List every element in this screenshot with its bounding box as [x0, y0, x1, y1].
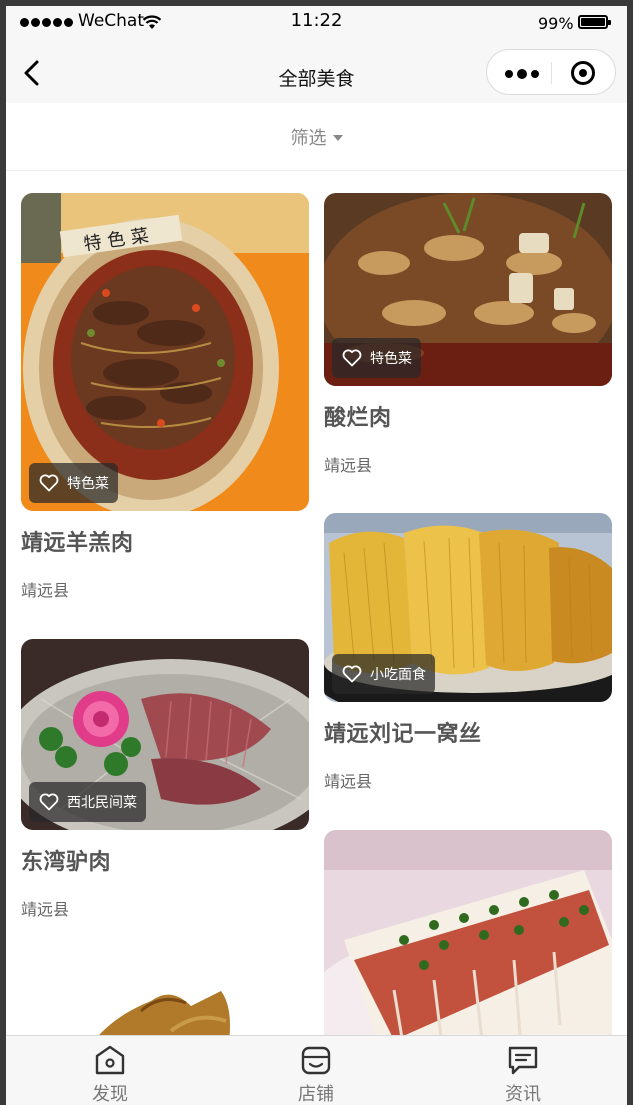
caret-down-icon — [332, 134, 343, 141]
tab-bar: 发现 店铺 资讯 — [6, 1035, 627, 1105]
tab-discover[interactable]: 发现 — [50, 1044, 170, 1105]
tag-label: 特色菜 — [67, 476, 109, 492]
food-card[interactable]: 特色菜 酸烂肉 靖远县 — [324, 193, 612, 476]
tag-label: 特色菜 — [370, 351, 412, 367]
category-tag: 西北民间菜 — [29, 782, 146, 822]
navigation-bar: 全部美食 — [6, 40, 627, 103]
tag-label: 西北民间菜 — [67, 795, 137, 811]
food-list: 特 色 菜 特色菜 靖远羊羔肉 靖远县 特色菜 酸烂肉 靖远县 小吃面食 靖远刘… — [6, 171, 627, 1035]
home-outline-icon — [95, 1045, 125, 1075]
more-dots-icon[interactable] — [505, 69, 539, 79]
status-bar: WeChat 11:22 99% — [6, 6, 627, 40]
food-image: 特 色 菜 特色菜 — [21, 193, 309, 511]
food-title: 东湾驴肉 — [21, 850, 112, 875]
food-location: 靖远县 — [21, 581, 70, 600]
phone-screen: WeChat 11:22 99% 全部美食 筛选 特 色 菜 特色菜 靖远羊羔肉… — [6, 6, 627, 1105]
battery-icon — [578, 15, 611, 29]
heart-outline-icon[interactable] — [39, 474, 59, 492]
battery-percent: 99% — [538, 14, 574, 33]
tab-news[interactable]: 资讯 — [463, 1044, 583, 1105]
status-time: 11:22 — [290, 10, 343, 31]
filter-label: 筛选 — [290, 127, 327, 149]
heart-outline-icon[interactable] — [342, 665, 362, 683]
food-image: 特色菜 — [324, 193, 612, 386]
food-title: 酸烂肉 — [324, 406, 392, 431]
capsule-divider — [551, 62, 552, 84]
tab-label: 店铺 — [298, 1084, 334, 1105]
food-card[interactable] — [324, 830, 612, 1035]
category-tag: 特色菜 — [29, 463, 118, 503]
filter-button[interactable]: 筛选 — [6, 103, 627, 171]
food-location: 靖远县 — [324, 772, 373, 791]
store-outline-icon — [301, 1046, 331, 1075]
heart-outline-icon[interactable] — [342, 349, 362, 367]
food-location: 靖远县 — [324, 456, 373, 475]
food-image — [324, 830, 612, 1035]
food-image: 西北民间菜 — [21, 639, 309, 830]
food-card[interactable] — [21, 981, 309, 1035]
mini-program-capsule — [486, 49, 616, 95]
category-tag: 特色菜 — [332, 338, 421, 378]
tab-label: 资讯 — [505, 1084, 541, 1105]
heart-outline-icon[interactable] — [39, 793, 59, 811]
tab-store[interactable]: 店铺 — [256, 1044, 376, 1105]
food-card[interactable]: 特 色 菜 特色菜 靖远羊羔肉 靖远县 — [21, 193, 309, 601]
food-image: 小吃面食 — [324, 513, 612, 702]
message-outline-icon — [508, 1046, 538, 1075]
food-card[interactable]: 小吃面食 靖远刘记一窝丝 靖远县 — [324, 513, 612, 792]
food-image — [21, 981, 309, 1035]
tab-label: 发现 — [92, 1084, 128, 1105]
food-title: 靖远羊羔肉 — [21, 531, 134, 556]
food-location: 靖远县 — [21, 900, 70, 919]
food-card[interactable]: 西北民间菜 东湾驴肉 靖远县 — [21, 639, 309, 920]
close-target-icon[interactable] — [571, 61, 595, 85]
category-tag: 小吃面食 — [332, 654, 435, 694]
tag-label: 小吃面食 — [370, 667, 426, 683]
food-title: 靖远刘记一窝丝 — [324, 722, 482, 747]
